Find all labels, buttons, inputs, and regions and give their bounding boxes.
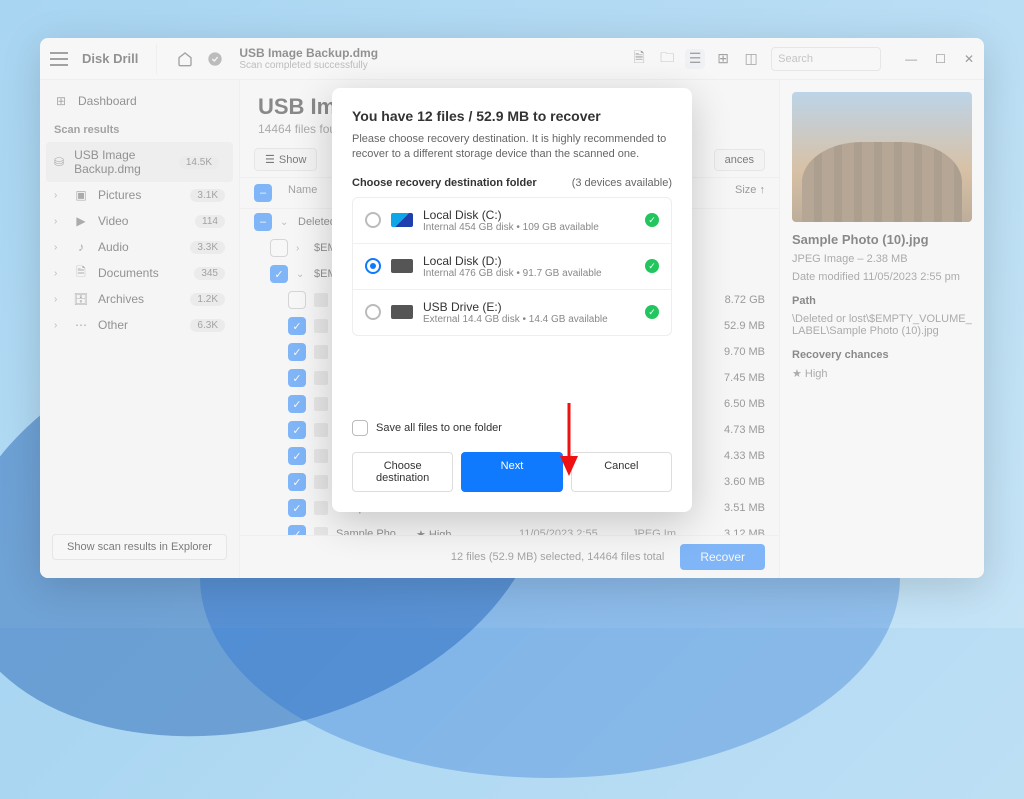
destination-option[interactable]: Local Disk (D:)Internal 476 GB disk • 91… (353, 244, 671, 290)
modal-desc: Please choose recovery destination. It i… (352, 132, 672, 163)
ok-icon: ✓ (645, 213, 659, 227)
destination-option[interactable]: Local Disk (C:)Internal 454 GB disk • 10… (353, 198, 671, 244)
cancel-button[interactable]: Cancel (571, 452, 672, 492)
radio-button[interactable] (365, 258, 381, 274)
recovery-modal: You have 12 files / 52.9 MB to recover P… (332, 88, 692, 512)
app-window: Disk Drill USB Image Backup.dmg Scan com… (40, 38, 984, 578)
destination-option[interactable]: USB Drive (E:)External 14.4 GB disk • 14… (353, 290, 671, 335)
radio-button[interactable] (365, 212, 381, 228)
choose-destination-button[interactable]: Choose destination (352, 452, 453, 492)
drive-icon (391, 259, 413, 273)
ok-icon: ✓ (645, 259, 659, 273)
next-button[interactable]: Next (461, 452, 562, 492)
save-one-folder-checkbox[interactable] (352, 420, 368, 436)
modal-title: You have 12 files / 52.9 MB to recover (352, 108, 672, 124)
ok-icon: ✓ (645, 305, 659, 319)
modal-overlay: You have 12 files / 52.9 MB to recover P… (40, 38, 984, 578)
radio-button[interactable] (365, 304, 381, 320)
drive-icon (391, 305, 413, 319)
drive-icon (391, 213, 413, 227)
